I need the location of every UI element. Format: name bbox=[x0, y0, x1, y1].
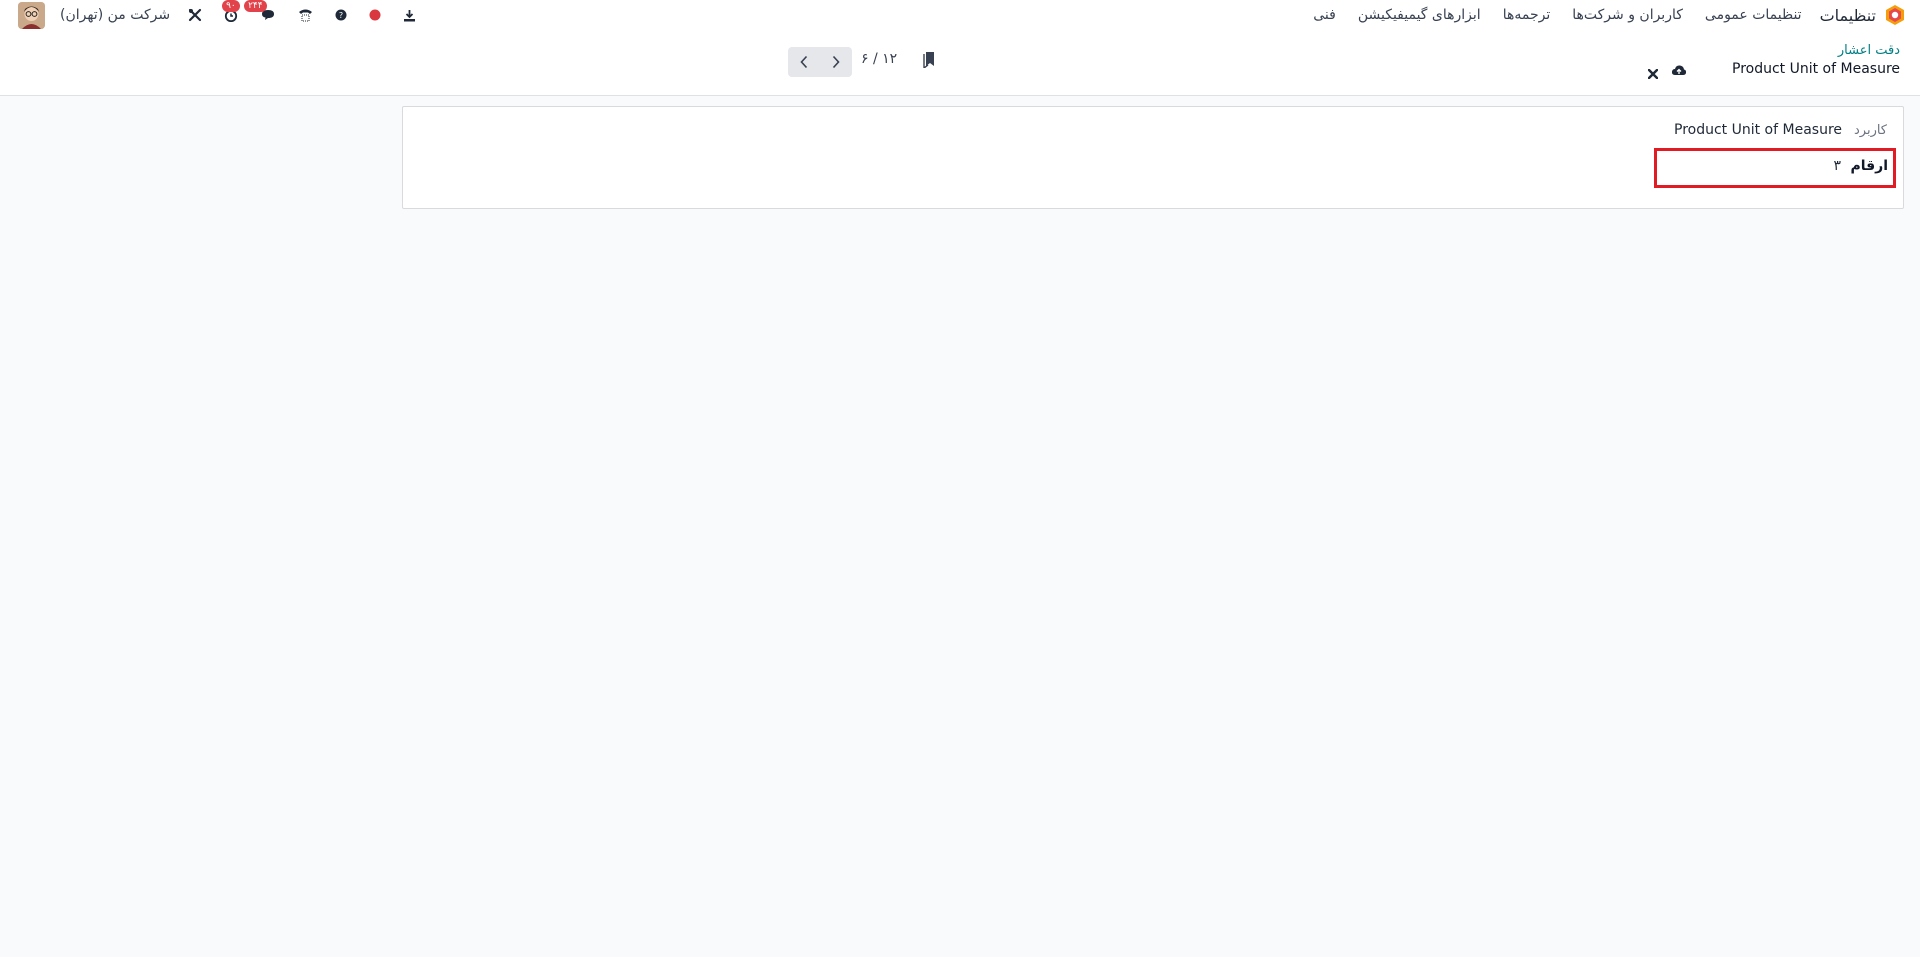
download-icon[interactable] bbox=[403, 5, 416, 25]
pager-previous-button[interactable] bbox=[788, 47, 820, 77]
breadcrumb[interactable]: دقت اعشار bbox=[1838, 43, 1900, 58]
avatar-face-icon bbox=[18, 1, 45, 29]
usage-label: کاربرد bbox=[1853, 123, 1887, 138]
bookmark-icon[interactable] bbox=[923, 52, 935, 72]
help-icon[interactable]: ? bbox=[335, 5, 347, 25]
app-name[interactable]: تنظیمات bbox=[1820, 6, 1876, 25]
messages-badge: ۲۴۴ bbox=[244, 0, 267, 12]
usage-field[interactable]: Product Unit of Measure bbox=[1674, 122, 1842, 138]
menu-general-settings[interactable]: تنظیمات عمومی bbox=[1705, 7, 1802, 23]
svg-text:?: ? bbox=[339, 11, 343, 20]
pager-buttons bbox=[788, 47, 852, 77]
record-dot-icon[interactable] bbox=[369, 5, 381, 25]
record-title: Product Unit of Measure bbox=[1732, 61, 1900, 77]
digits-label: ارقام bbox=[1850, 158, 1888, 174]
pager-next-button[interactable] bbox=[820, 47, 852, 77]
main-menu: تنظیمات تنظیمات عمومی کاربران و شرکت‌ها … bbox=[1291, 2, 1906, 28]
phone-icon[interactable] bbox=[298, 5, 313, 25]
form-sheet: کاربرد Product Unit of Measure ارقام ۳ bbox=[402, 106, 1904, 209]
control-panel: دقت اعشار Product Unit of Measure ۶ / ۱۲ bbox=[0, 29, 1920, 96]
digits-highlight-box: ارقام ۳ bbox=[1654, 148, 1896, 188]
chevron-left-icon bbox=[800, 55, 808, 69]
digits-field[interactable]: ۳ bbox=[1833, 158, 1841, 174]
menu-gamification-tools[interactable]: ابزارهای گیمیفیکیشن bbox=[1358, 7, 1481, 23]
systray: شرکت من (تهران) ۹۰ ۲۴۴ ? bbox=[18, 0, 438, 29]
activity-badge: ۹۰ bbox=[222, 0, 240, 12]
app-logo-icon[interactable] bbox=[1884, 4, 1906, 26]
menu-translations[interactable]: ترجمه‌ها bbox=[1503, 7, 1551, 23]
company-switcher[interactable]: شرکت من (تهران) bbox=[60, 7, 170, 23]
menu-users-companies[interactable]: کاربران و شرکت‌ها bbox=[1572, 7, 1683, 23]
menu-technical[interactable]: فنی bbox=[1313, 7, 1336, 23]
tools-icon[interactable] bbox=[188, 5, 202, 25]
chevron-right-icon bbox=[832, 55, 840, 69]
user-avatar[interactable] bbox=[18, 1, 45, 29]
top-navbar: تنظیمات تنظیمات عمومی کاربران و شرکت‌ها … bbox=[0, 0, 1920, 29]
clock-icon[interactable]: ۹۰ bbox=[222, 0, 240, 25]
discard-icon[interactable] bbox=[1647, 64, 1659, 83]
save-cloud-icon[interactable] bbox=[1671, 62, 1687, 81]
pager-value[interactable]: ۶ / ۱۲ bbox=[861, 51, 897, 67]
chat-icon[interactable]: ۲۴۴ bbox=[244, 0, 276, 25]
